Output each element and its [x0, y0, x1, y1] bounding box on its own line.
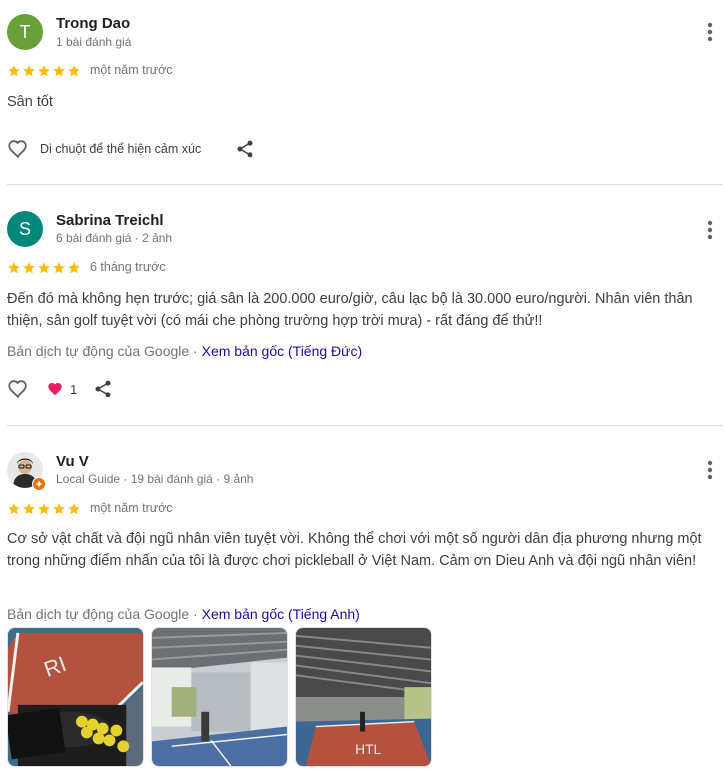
- review-date: một năm trước: [90, 501, 173, 515]
- more-vert-icon[interactable]: [705, 21, 715, 43]
- translation-label: Bản dịch tự động của Google ·: [7, 343, 202, 359]
- star-icon: [7, 64, 21, 78]
- more-vert-icon[interactable]: [705, 219, 715, 241]
- star-icon: [7, 502, 21, 516]
- star-icon: [37, 502, 51, 516]
- avatar[interactable]: [7, 452, 46, 491]
- reaction-hint: Di chuột để thể hiện cảm xúc: [40, 142, 202, 156]
- review-card: S Sabrina Treichl 6 bài đánh giá · 2 ảnh…: [0, 185, 725, 425]
- review-card: T Trong Dao 1 bài đánh giá một năm trước…: [0, 0, 725, 185]
- review-text: Sân tốt: [7, 94, 53, 110]
- reviewer-counts: · 19 bài đánh giá · 9 ảnh: [120, 472, 254, 486]
- translation-label: Bản dịch tự động của Google ·: [7, 606, 202, 622]
- review-date: một năm trước: [90, 63, 173, 77]
- reviewer-name[interactable]: Vu V: [56, 453, 89, 470]
- reviewer-meta: 1 bài đánh giá: [56, 35, 132, 49]
- review-photo[interactable]: RI: [7, 627, 144, 767]
- review-actions: Di chuột để thể hiện cảm xúc: [7, 137, 255, 161]
- local-guide-label: Local Guide: [56, 472, 121, 486]
- star-icon: [67, 502, 81, 516]
- star-icon: [67, 64, 81, 78]
- translation-note: Bản dịch tự động của Google · Xem bản gố…: [7, 343, 362, 359]
- review-photo[interactable]: [151, 627, 288, 767]
- review-text: Đến đó mà không hẹn trước; giá sân là 20…: [7, 291, 693, 329]
- share-icon[interactable]: [235, 139, 255, 159]
- see-original-link[interactable]: Xem bản gốc (Tiếng Đức): [202, 343, 363, 359]
- star-icon: [52, 261, 66, 275]
- reviewer-name[interactable]: Sabrina Treichl: [56, 212, 164, 229]
- star-icon: [22, 261, 36, 275]
- star-icon: [37, 261, 51, 275]
- heart-reaction-icon: [48, 383, 62, 396]
- reviewer-meta: 6 bài đánh giá · 2 ảnh: [56, 231, 173, 245]
- star-icon: [7, 261, 21, 275]
- more-vert-icon[interactable]: [705, 459, 715, 481]
- reviewer-name[interactable]: Trong Dao: [56, 15, 130, 32]
- review-date: 6 tháng trước: [90, 260, 166, 274]
- avatar[interactable]: S: [7, 211, 43, 247]
- heart-outline-icon[interactable]: [7, 378, 29, 400]
- see-original-link[interactable]: Xem bản gốc (Tiếng Anh): [202, 606, 360, 622]
- star-rating: [7, 502, 81, 516]
- reaction-count: 1: [70, 381, 78, 397]
- star-icon: [67, 261, 81, 275]
- star-icon: [22, 64, 36, 78]
- reaction-summary[interactable]: 1: [47, 381, 77, 397]
- share-icon[interactable]: [93, 379, 113, 399]
- star-rating: [7, 64, 81, 78]
- reviewer-meta: Local Guide · 19 bài đánh giá · 9 ảnh: [56, 472, 253, 486]
- avatar[interactable]: T: [7, 14, 43, 50]
- translation-note: Bản dịch tự động của Google · Xem bản gố…: [7, 606, 360, 622]
- star-rating: [7, 261, 81, 275]
- star-icon: [52, 502, 66, 516]
- review-text: Cơ sở vật chất và đội ngũ nhân viên tuyệ…: [7, 531, 702, 569]
- star-icon: [37, 64, 51, 78]
- svg-text:HTL: HTL: [355, 742, 381, 757]
- review-actions: 1: [7, 377, 113, 401]
- local-guide-badge-icon: [32, 477, 46, 491]
- star-icon: [22, 502, 36, 516]
- review-photo[interactable]: HTL: [295, 627, 432, 767]
- heart-outline-icon[interactable]: [7, 138, 29, 160]
- star-icon: [52, 64, 66, 78]
